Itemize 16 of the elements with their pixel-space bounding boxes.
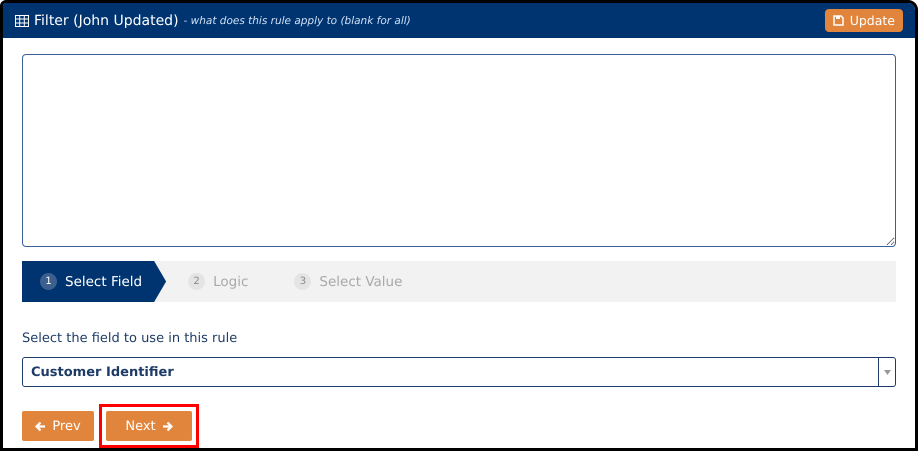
panel-title: Filter (John Updated) bbox=[34, 12, 179, 28]
text-area[interactable] bbox=[22, 54, 896, 247]
step-tab[interactable]: 1 Select Field bbox=[22, 261, 168, 302]
step-number: 3 bbox=[294, 273, 312, 290]
table-icon bbox=[15, 14, 29, 26]
save-icon bbox=[832, 15, 844, 26]
field-select[interactable]: Customer Identifier bbox=[22, 357, 896, 387]
left-arrow-icon bbox=[35, 420, 46, 432]
prev-button[interactable]: Prev bbox=[22, 411, 94, 441]
next-button[interactable]: Next bbox=[106, 411, 192, 441]
update-button[interactable]: Update bbox=[824, 9, 903, 32]
right-arrow-icon bbox=[162, 420, 173, 432]
step-number: 2 bbox=[188, 273, 206, 290]
panel-hint: - what does this rule apply to (blank for all) bbox=[184, 14, 411, 26]
field-label: Select the field to use in this rule bbox=[22, 331, 238, 346]
step-number: 1 bbox=[40, 273, 57, 290]
